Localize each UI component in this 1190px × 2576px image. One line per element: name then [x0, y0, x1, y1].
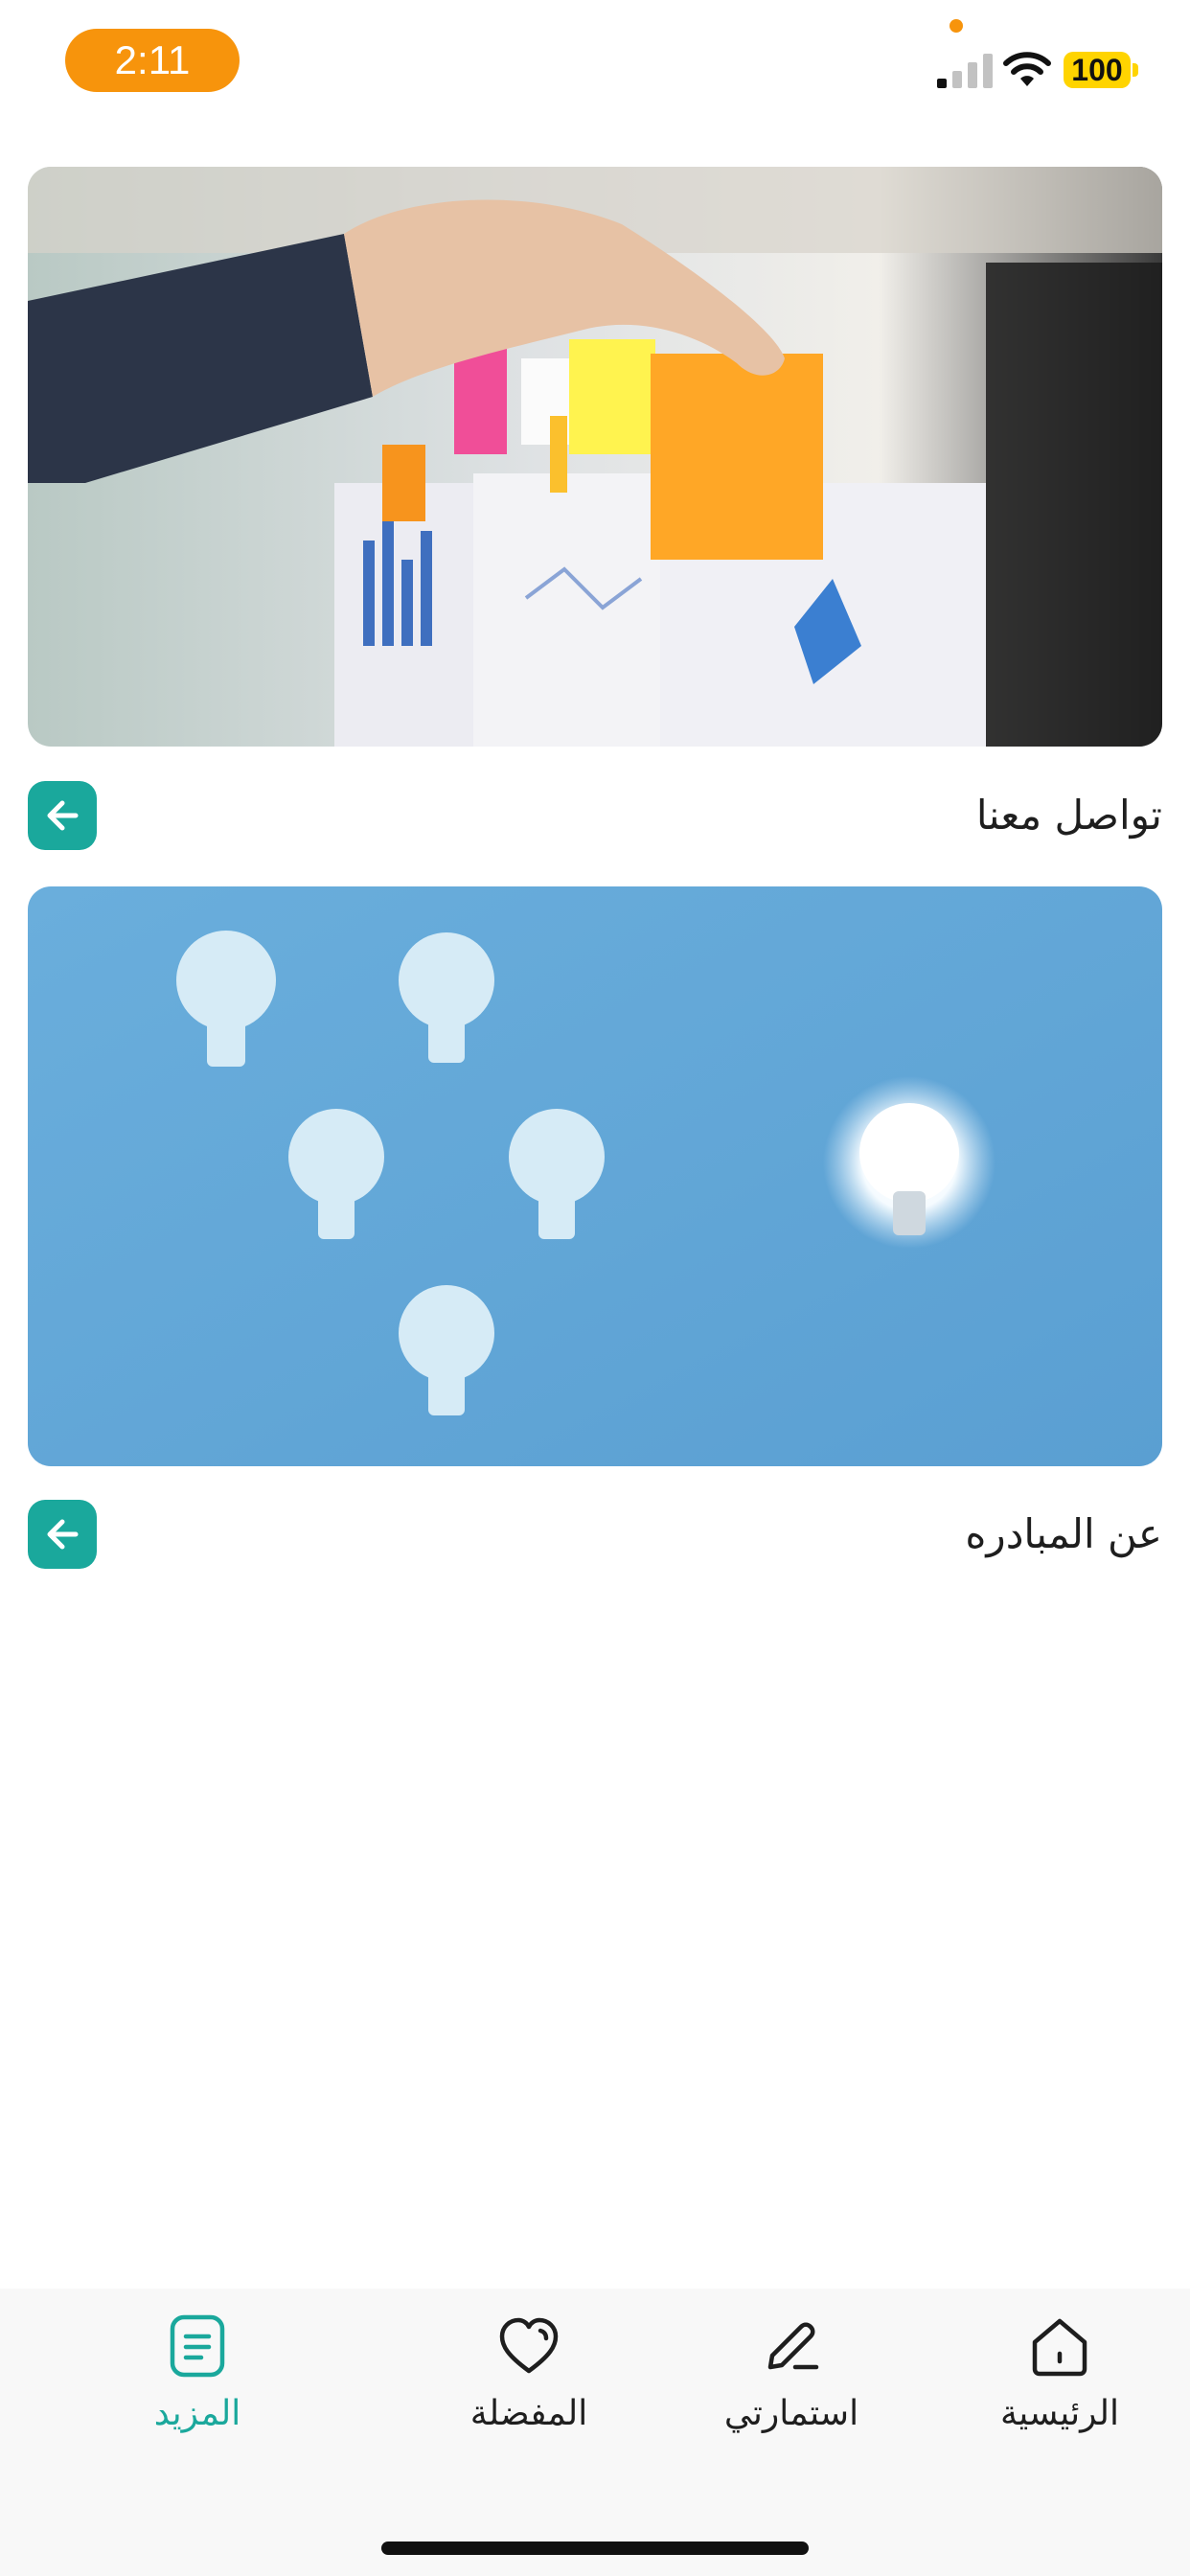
wifi-icon: [1003, 52, 1051, 86]
tab-my-forms[interactable]: استمارتي: [676, 2312, 906, 2465]
pencil-icon: [767, 2322, 819, 2370]
status-time: 2:11: [65, 29, 240, 92]
about-initiative-title[interactable]: عن المبادره: [965, 1500, 1162, 1569]
heart-icon: [499, 2317, 559, 2374]
tab-favorites-label: المفضلة: [469, 2394, 588, 2433]
contact-us-arrow-button[interactable]: [28, 781, 97, 850]
arrow-left-icon: [47, 800, 79, 831]
tab-favorites[interactable]: المفضلة: [414, 2312, 644, 2465]
bottom-tab-bar: الرئيسية استمارتي المفضلة المزيد: [0, 2288, 1190, 2576]
contact-us-image[interactable]: [28, 167, 1162, 747]
battery-cap: [1133, 63, 1138, 77]
status-bar: 2:11 100: [0, 0, 1190, 134]
list-icon: [170, 2314, 225, 2378]
tab-home-label: الرئيسية: [1000, 2394, 1119, 2433]
about-initiative-row[interactable]: عن المبادره: [28, 1500, 1162, 1569]
battery-level: 100: [1064, 52, 1131, 88]
tab-more[interactable]: المزيد: [82, 2312, 312, 2465]
contact-us-row[interactable]: تواصل معنا: [28, 781, 1162, 850]
cellular-signal-icon: [937, 54, 993, 88]
battery-icon: 100: [1064, 52, 1138, 88]
arrow-left-icon: [47, 1519, 79, 1550]
tab-my-forms-label: استمارتي: [723, 2394, 859, 2433]
home-icon: [1032, 2318, 1087, 2377]
light-bulbs-illustration: [28, 886, 1162, 1466]
about-initiative-arrow-button[interactable]: [28, 1500, 97, 1569]
tab-more-label: المزيد: [153, 2394, 241, 2433]
privacy-indicator-dot: [950, 19, 963, 33]
home-indicator[interactable]: [381, 2542, 809, 2555]
sticky-notes-illustration: [28, 167, 1162, 747]
about-initiative-image[interactable]: [28, 886, 1162, 1466]
contact-us-title[interactable]: تواصل معنا: [976, 781, 1162, 850]
tab-home[interactable]: الرئيسية: [945, 2312, 1175, 2465]
